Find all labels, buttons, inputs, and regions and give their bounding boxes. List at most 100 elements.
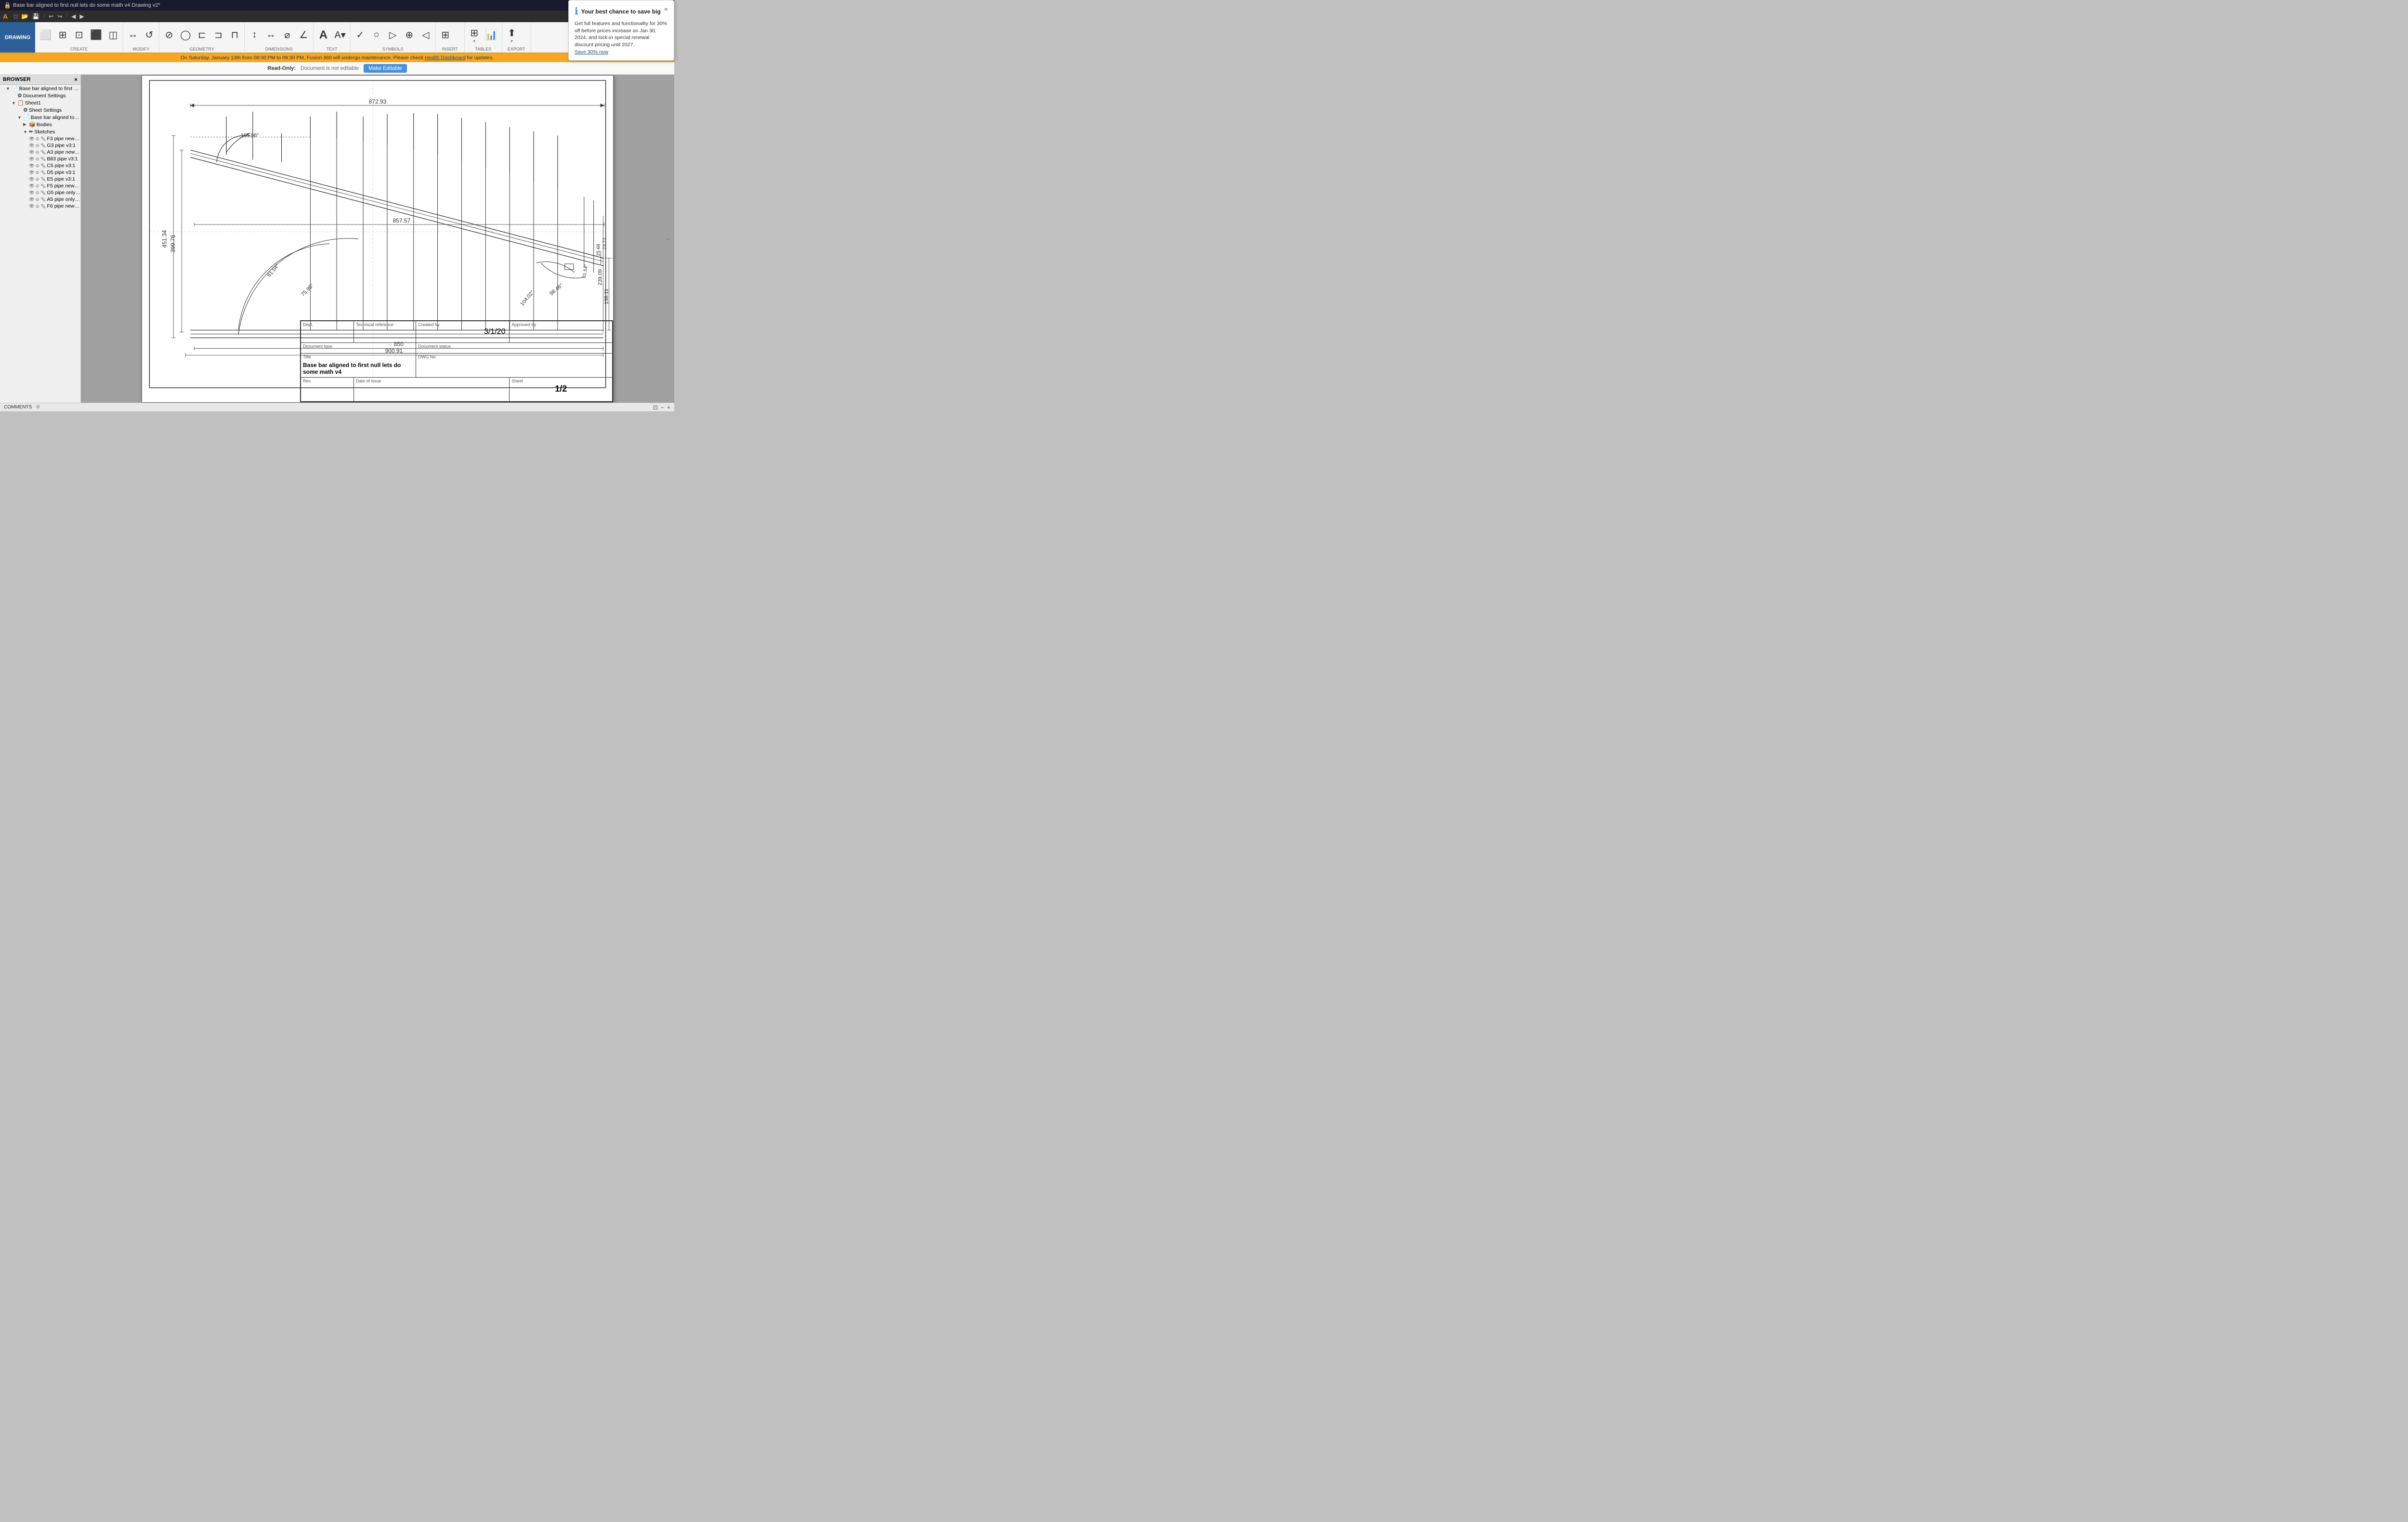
tree-item-base-bar[interactable]: ▼ 📄 Base bar aligned to first null lets.… [0, 114, 80, 121]
dim-39976-label: 399.76 [170, 235, 176, 252]
drawing-tab[interactable]: DRAWING [0, 22, 35, 52]
main-layout: BROWSER × ▼ 📄 Base bar aligned to first … [0, 75, 674, 403]
sym-btn-3[interactable]: ▷ [385, 27, 401, 42]
open-button[interactable]: 📂 [20, 13, 30, 20]
dwg-no-cell: DWG No. [416, 353, 613, 377]
geometry-btn-4[interactable]: ⊐ [210, 27, 226, 42]
tree-item-f3pipe[interactable]: 👁 ⊙ ✏ F3 pipe new v3:1 [0, 135, 80, 142]
tables-btn-2[interactable]: 📊 [483, 27, 500, 42]
dim-btn-3[interactable]: ⌀ [279, 27, 295, 42]
zoom-out-button[interactable]: − [661, 404, 664, 411]
tree-item-sheet-settings[interactable]: ⚙ Sheet Settings [0, 106, 80, 114]
tables-btn-1[interactable]: ⊞ ▾ [467, 26, 482, 45]
tree-item-g5pipe[interactable]: 👁 ⊙ ✏ G5 pipe only fo... [0, 189, 80, 196]
zoom-in-button[interactable]: + [667, 404, 670, 411]
readonly-label: Read-Only: [267, 66, 296, 71]
popup-close-button[interactable]: × [664, 5, 668, 13]
browser-panel: BROWSER × ▼ 📄 Base bar aligned to first … [0, 75, 81, 403]
browser-header: BROWSER × [0, 75, 80, 85]
ribbon-section-geometry: ⊘ ◯ ⊏ ⊐ ⊓ GEOMETRY [159, 22, 245, 52]
insert-btn-1[interactable]: ⊞ [438, 27, 453, 42]
tree-item-root[interactable]: ▼ 📄 Base bar aligned to first null lets … [0, 85, 80, 92]
sym-btn-2[interactable]: ○ [369, 28, 384, 42]
create-btn-2[interactable]: ⊞ [55, 27, 70, 42]
make-editable-button[interactable]: Make Editable [364, 64, 407, 73]
tree-item-g3pipe[interactable]: 👁 ⊙ ✏ G3 pipe v3:1 [0, 142, 80, 149]
create-btn-5[interactable]: ◫ [105, 27, 121, 42]
create-btn-3[interactable]: ⊡ [71, 27, 87, 42]
arrow-right-top [601, 103, 604, 107]
zoom-fit-button[interactable]: ⊡ [653, 404, 658, 411]
browser-tree: ▼ 📄 Base bar aligned to first null lets … [0, 85, 80, 403]
ribbon: DRAWING ⬜ ⊞ ⊡ ⬛ ◫ CREATE ↔ [0, 22, 674, 53]
canvas-area: ← → [81, 75, 674, 403]
tables-section-label: TABLES [467, 47, 500, 52]
export-section-label: EXPORT [504, 47, 529, 52]
tree-item-bodies[interactable]: ▶ 📦 Bodies [0, 121, 80, 128]
text-btn-2[interactable]: A▾ [332, 27, 348, 42]
create-btn-4[interactable]: ⬛ [88, 27, 105, 42]
dim-8154-right-label: 81.54° [582, 263, 589, 278]
dept-cell: Dept. [301, 321, 354, 343]
tree-item-f6pipe[interactable]: 👁 ⊙ ✏ F6 pipe new v4:1 [0, 203, 80, 210]
redo-button[interactable]: ↪ [56, 13, 64, 20]
popup-info-icon: ℹ [575, 5, 578, 17]
sym-btn-5[interactable]: ◁ [418, 27, 433, 42]
dim-btn-4[interactable]: ∠ [296, 27, 311, 42]
dim-9846-label: 98.46° [549, 282, 564, 297]
window-title: Base bar aligned to first null lets do s… [13, 2, 160, 8]
tree-item-doc-settings[interactable]: ⚙ Document Settings [0, 92, 80, 99]
text-section-label: TEXT [315, 47, 348, 52]
popup-save-link[interactable]: Save 30% now [575, 49, 608, 55]
dim-7598-label: 75.98° [300, 282, 315, 297]
dim-23909-label: 239.09 [598, 269, 603, 286]
ribbon-section-symbols: ✓ ○ ▷ ⊕ ◁ SYMBOLS [351, 22, 436, 52]
new-button[interactable]: □ [13, 13, 19, 20]
readonly-text: Document is not editable [301, 66, 359, 71]
tree-item-sheet1[interactable]: ▼ 📋 Sheet1 [0, 99, 80, 106]
create-section-label: CREATE [37, 47, 121, 52]
insert-section-label: INSERT [438, 47, 462, 52]
tree-item-d5pipe[interactable]: 👁 ⊙ ✏ D5 pipe v3:1 [0, 169, 80, 176]
geometry-btn-3[interactable]: ⊏ [194, 27, 209, 42]
dim-10402-label: 104.02° [519, 289, 536, 307]
dim-2372-label: 23.72 [602, 237, 608, 249]
title-block: Dept. Technical reference Created by 3/1… [300, 320, 613, 402]
dim-2568-label: 25.68 [596, 244, 602, 256]
title-value: Base bar aligned to first null lets do s… [303, 362, 414, 375]
dim-btn-2[interactable]: ↔ [263, 28, 278, 42]
geometry-btn-1[interactable]: ⊘ [161, 27, 177, 42]
tree-item-a3pipe[interactable]: 👁 ⊙ ✏ A3 pipe new v3:... [0, 149, 80, 156]
tree-item-f5pipe[interactable]: 👁 ⊙ ✏ F5 pipe new v3:1 [0, 183, 80, 189]
popup-notification: ℹ Your best chance to save big × Get ful… [568, 0, 674, 61]
sym-btn-4[interactable]: ⊕ [402, 27, 417, 42]
back-button[interactable]: ◀ [70, 13, 77, 20]
browser-close-button[interactable]: × [74, 76, 78, 83]
tree-item-sketches[interactable]: ▼ ✏ Sketches [0, 128, 80, 135]
tree-item-c5pipe[interactable]: 👁 ⊙ ✏ C5 pipe v3:1 [0, 162, 80, 169]
health-dashboard-link[interactable]: Health Dashboard [425, 55, 466, 61]
forward-button[interactable]: ▶ [78, 13, 85, 20]
tree-item-a5pipe[interactable]: 👁 ⊙ ✏ A5 pipe only fo... [0, 196, 80, 203]
popup-title: Your best chance to save big [581, 8, 661, 15]
sym-btn-1[interactable]: ✓ [353, 27, 368, 42]
dim-btn-1[interactable]: ↕ [247, 28, 262, 42]
title-cell: Title Base bar aligned to first null let… [301, 353, 416, 377]
geometry-btn-2[interactable]: ◯ [178, 27, 193, 42]
text-btn-1[interactable]: A [315, 27, 331, 43]
create-btn-1[interactable]: ⬜ [37, 27, 54, 42]
geometry-btn-5[interactable]: ⊓ [227, 27, 242, 42]
rev-cell: Rev. [301, 377, 354, 401]
tree-item-e5pipe[interactable]: 👁 ⊙ ✏ E5 pipe v3:1 [0, 176, 80, 183]
export-btn-1[interactable]: ⬆ ▾ [504, 26, 520, 45]
save-button[interactable]: 💾 [31, 13, 41, 20]
tree-item-b83pipe[interactable]: 👁 ⊙ ✏ B83 pipe v3:1 [0, 156, 80, 162]
modify-btn-2[interactable]: ↺ [142, 27, 157, 42]
bottom-bar: COMMENTS ⚙ ⊡ − + [0, 403, 674, 411]
dim-87293-label: 872.93 [369, 98, 387, 105]
modify-btn-1[interactable]: ↔ [125, 28, 141, 42]
ribbon-section-modify: ↔ ↺ MODIFY [123, 22, 159, 52]
undo-button[interactable]: ↩ [47, 13, 55, 20]
comments-label[interactable]: COMMENTS [4, 405, 32, 410]
arrow-left-top [190, 103, 194, 107]
